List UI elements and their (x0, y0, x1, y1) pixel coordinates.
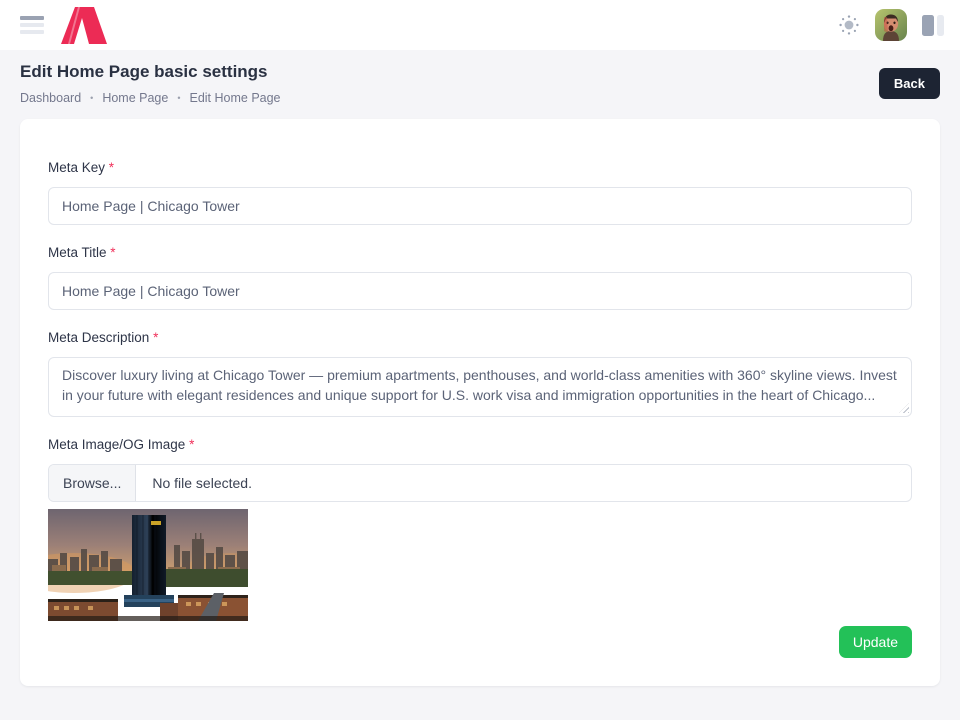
settings-form-card: Meta Key * Meta Title * Meta Description… (20, 119, 940, 686)
breadcrumb-separator: • (177, 93, 180, 103)
meta-image-group: Meta Image/OG Image * Browse... No file … (48, 437, 912, 621)
sidebar-panels-icon[interactable] (922, 15, 946, 36)
meta-image-preview (48, 509, 248, 621)
required-asterisk: * (153, 330, 158, 345)
required-asterisk: * (109, 160, 114, 175)
required-asterisk: * (110, 245, 115, 260)
meta-image-label: Meta Image/OG Image * (48, 437, 912, 452)
meta-title-input[interactable] (48, 272, 912, 310)
breadcrumb-home-page[interactable]: Home Page (102, 91, 168, 105)
top-navbar (0, 0, 960, 50)
meta-description-group: Meta Description * Discover luxury livin… (48, 330, 912, 417)
meta-image-file-input[interactable]: Browse... No file selected. (48, 464, 912, 502)
meta-title-label: Meta Title * (48, 245, 912, 260)
breadcrumb-current: Edit Home Page (189, 91, 280, 105)
required-asterisk: * (189, 437, 194, 452)
breadcrumb-separator: • (90, 93, 93, 103)
meta-title-group: Meta Title * (48, 245, 912, 310)
back-button[interactable]: Back (879, 68, 940, 99)
page-title: Edit Home Page basic settings (20, 62, 281, 82)
meta-description-label: Meta Description * (48, 330, 912, 345)
browse-button[interactable]: Browse... (49, 465, 136, 501)
page-content: Edit Home Page basic settings Dashboard … (0, 50, 960, 720)
breadcrumb: Dashboard • Home Page • Edit Home Page (20, 91, 281, 105)
meta-key-input[interactable] (48, 187, 912, 225)
hamburger-menu-icon[interactable] (20, 16, 44, 34)
update-button[interactable]: Update (839, 626, 912, 658)
file-status-text: No file selected. (136, 475, 268, 491)
sun-brightness-icon[interactable] (838, 14, 860, 36)
brand-m-logo[interactable] (61, 7, 107, 44)
meta-description-textarea[interactable]: Discover luxury living at Chicago Tower … (48, 357, 912, 417)
meta-key-label: Meta Key * (48, 160, 912, 175)
user-avatar[interactable] (875, 9, 907, 41)
meta-key-group: Meta Key * (48, 160, 912, 225)
breadcrumb-dashboard[interactable]: Dashboard (20, 91, 81, 105)
